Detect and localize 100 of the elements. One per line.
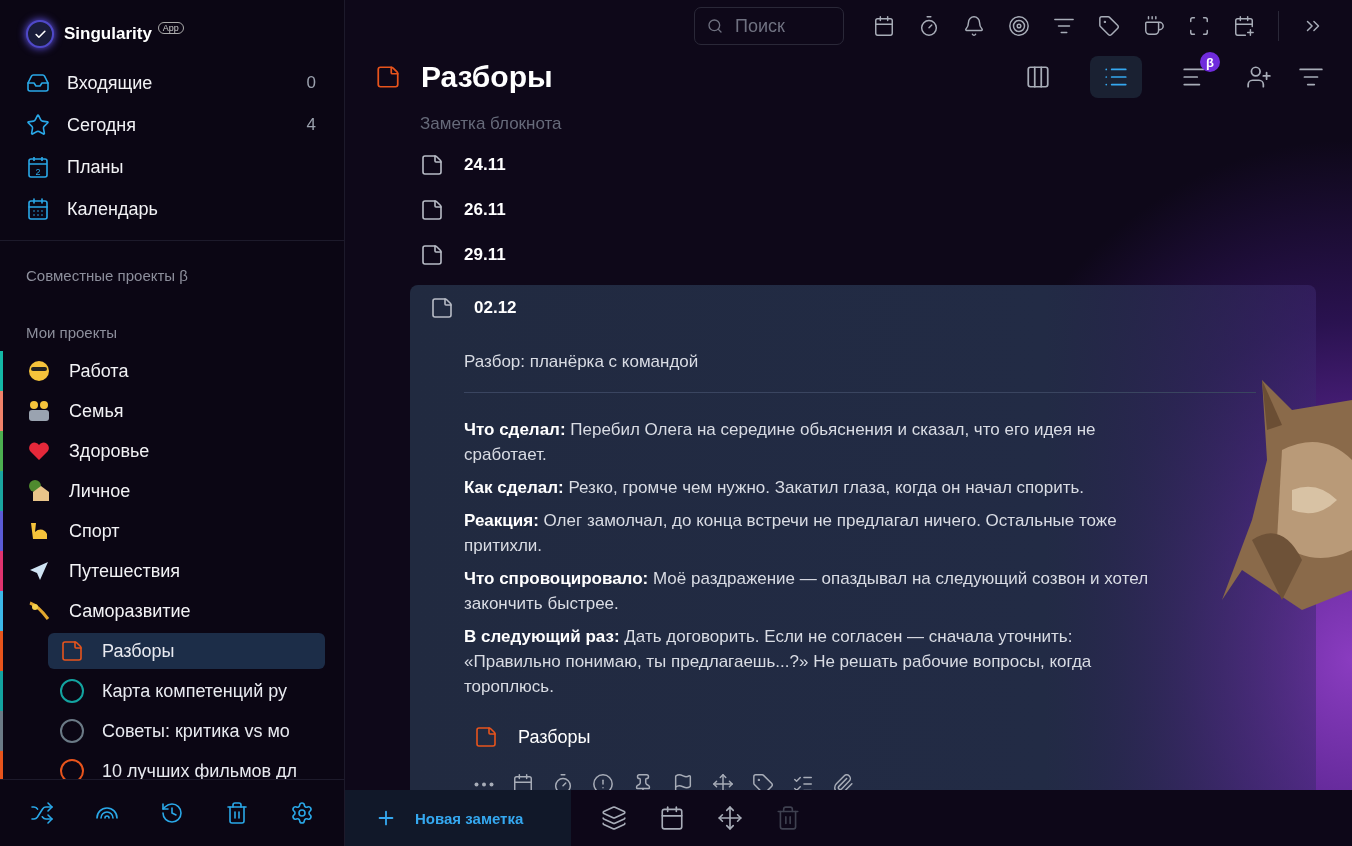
project-circle-icon [60, 759, 84, 779]
nav-item[interactable]: Сегодня 4 [0, 104, 344, 146]
more-button[interactable] [474, 781, 494, 787]
notebook-icon [375, 64, 401, 90]
project-circle-icon [60, 719, 84, 743]
focus-icon [1188, 15, 1210, 37]
flag-icon [672, 773, 694, 790]
tag-icon [1098, 15, 1120, 37]
stopwatch-icon [918, 15, 940, 37]
project-item[interactable]: Путешествия [27, 559, 181, 583]
cup-button[interactable] [1143, 15, 1165, 37]
nav-item[interactable]: 2 Планы [0, 146, 344, 188]
focus-button[interactable] [1188, 15, 1210, 37]
tag-icon [752, 773, 774, 790]
settings-button[interactable] [289, 801, 314, 825]
flag-button[interactable] [672, 773, 694, 790]
paperclip-button[interactable] [832, 773, 854, 790]
user-plus-icon [1246, 64, 1272, 90]
kanban-icon [1025, 64, 1051, 90]
project-item[interactable]: Советы: критика vs мо [48, 713, 325, 749]
beta-badge: β [1200, 52, 1220, 72]
add-window-icon [1233, 15, 1255, 37]
settings-icon [289, 801, 314, 825]
history-button[interactable] [160, 801, 184, 825]
search-icon [707, 18, 723, 34]
section-heading: Совместные проекты β [25, 267, 189, 284]
search-field[interactable]: Поиск [694, 7, 844, 45]
trash-button[interactable] [224, 801, 249, 825]
calendar-icon: 2 [26, 155, 50, 179]
search-input[interactable]: Поиск [733, 14, 817, 38]
project-item[interactable]: Работа [27, 359, 129, 383]
project-item[interactable]: Саморазвитие [27, 599, 191, 623]
logo-icon [26, 20, 54, 48]
note-icon [430, 295, 454, 320]
house-icon [27, 479, 51, 503]
calendar-icon [659, 805, 685, 831]
note-icon [420, 197, 444, 222]
layers-button[interactable] [601, 805, 627, 831]
move-icon [712, 773, 734, 790]
target-button[interactable] [1008, 15, 1030, 37]
project-circle-icon [60, 679, 84, 703]
paperclip-icon [832, 773, 854, 790]
stopwatch-button[interactable] [552, 773, 574, 790]
move-icon [717, 805, 743, 831]
note-icon [420, 152, 444, 177]
nav-item[interactable]: Календарь [0, 188, 344, 230]
app-name: Singularity [64, 24, 152, 44]
alert-icon [592, 773, 614, 790]
section-heading: Мои проекты [25, 324, 119, 341]
project-item[interactable]: Личное [27, 479, 131, 503]
more-icon [474, 781, 494, 787]
target-icon [1008, 15, 1030, 37]
note-icon [420, 242, 444, 267]
project-item[interactable]: Здоровье [27, 439, 150, 463]
note-item[interactable]: 29.11 [410, 232, 1316, 277]
notebook-link[interactable]: Разборы [518, 726, 591, 748]
new-note-button[interactable]: Новая заметка [345, 790, 571, 846]
star-icon [26, 113, 50, 137]
note-paragraph: Что спровоцировало: Моё раздражение — опаздывал на следующий созвон и хотел закончить быстрее. [464, 568, 1150, 615]
note-paragraph: Что сделал: Перебил Олега на середине обьяснения и сказал, что его идея не сработает. [464, 419, 1097, 466]
smiley-icon [27, 359, 51, 383]
cup-icon [1143, 15, 1165, 37]
history-icon [160, 801, 184, 825]
notebook-icon [474, 725, 498, 749]
calendar-icon [26, 197, 50, 221]
list-view-button[interactable] [1090, 56, 1142, 98]
bell-button[interactable] [963, 15, 985, 37]
page-subtitle: Заметка блокнота [419, 113, 563, 135]
calendar-icon [512, 773, 534, 790]
calendar-button[interactable] [873, 15, 895, 37]
move-button[interactable] [717, 805, 743, 831]
bell-icon [963, 15, 985, 37]
alert-button[interactable] [592, 773, 614, 790]
note-item[interactable]: 24.11 [410, 142, 1316, 187]
stopwatch-icon [552, 773, 574, 790]
tag-button[interactable] [752, 773, 774, 790]
note-paragraph: Реакция: Олег замолчал, до конца встречи не предлагал ничего. Остальные тоже притихли. [464, 510, 1118, 557]
nav-item[interactable]: Входящие 0 [0, 62, 344, 104]
stopwatch-button[interactable] [918, 15, 940, 37]
shuffle-button[interactable] [30, 801, 55, 825]
note-paragraph: В следующий раз: Дать договорить. Если не согласен — сначала уточнить: «Правильно понимаю, ты предлагаешь...?» Не решать рабочие вопросы, когда тороплюсь. [464, 626, 1093, 698]
item-count: 0 [306, 73, 316, 93]
project-item[interactable]: Карта компетенций ру [48, 673, 325, 709]
calendar-button[interactable] [659, 805, 685, 831]
note-title[interactable]: 02.12 [474, 297, 517, 318]
tag-button[interactable] [1098, 15, 1120, 37]
calendar-icon [873, 15, 895, 37]
project-item[interactable]: Семья [27, 399, 124, 423]
note-heading: Разбор: планёрка с командой [463, 351, 700, 373]
project-item[interactable]: Спорт [27, 519, 120, 543]
project-item[interactable]: Разборы [48, 633, 325, 669]
layers-icon [601, 805, 627, 831]
add-window-button[interactable] [1233, 15, 1255, 37]
page-title: Разборы [421, 60, 554, 94]
trash-icon [775, 805, 801, 831]
invite-button[interactable] [1246, 64, 1272, 90]
shuffle-icon [30, 801, 55, 825]
move-button[interactable] [712, 773, 734, 790]
calendar-button[interactable] [512, 773, 534, 790]
note-item[interactable]: 26.11 [410, 187, 1316, 232]
